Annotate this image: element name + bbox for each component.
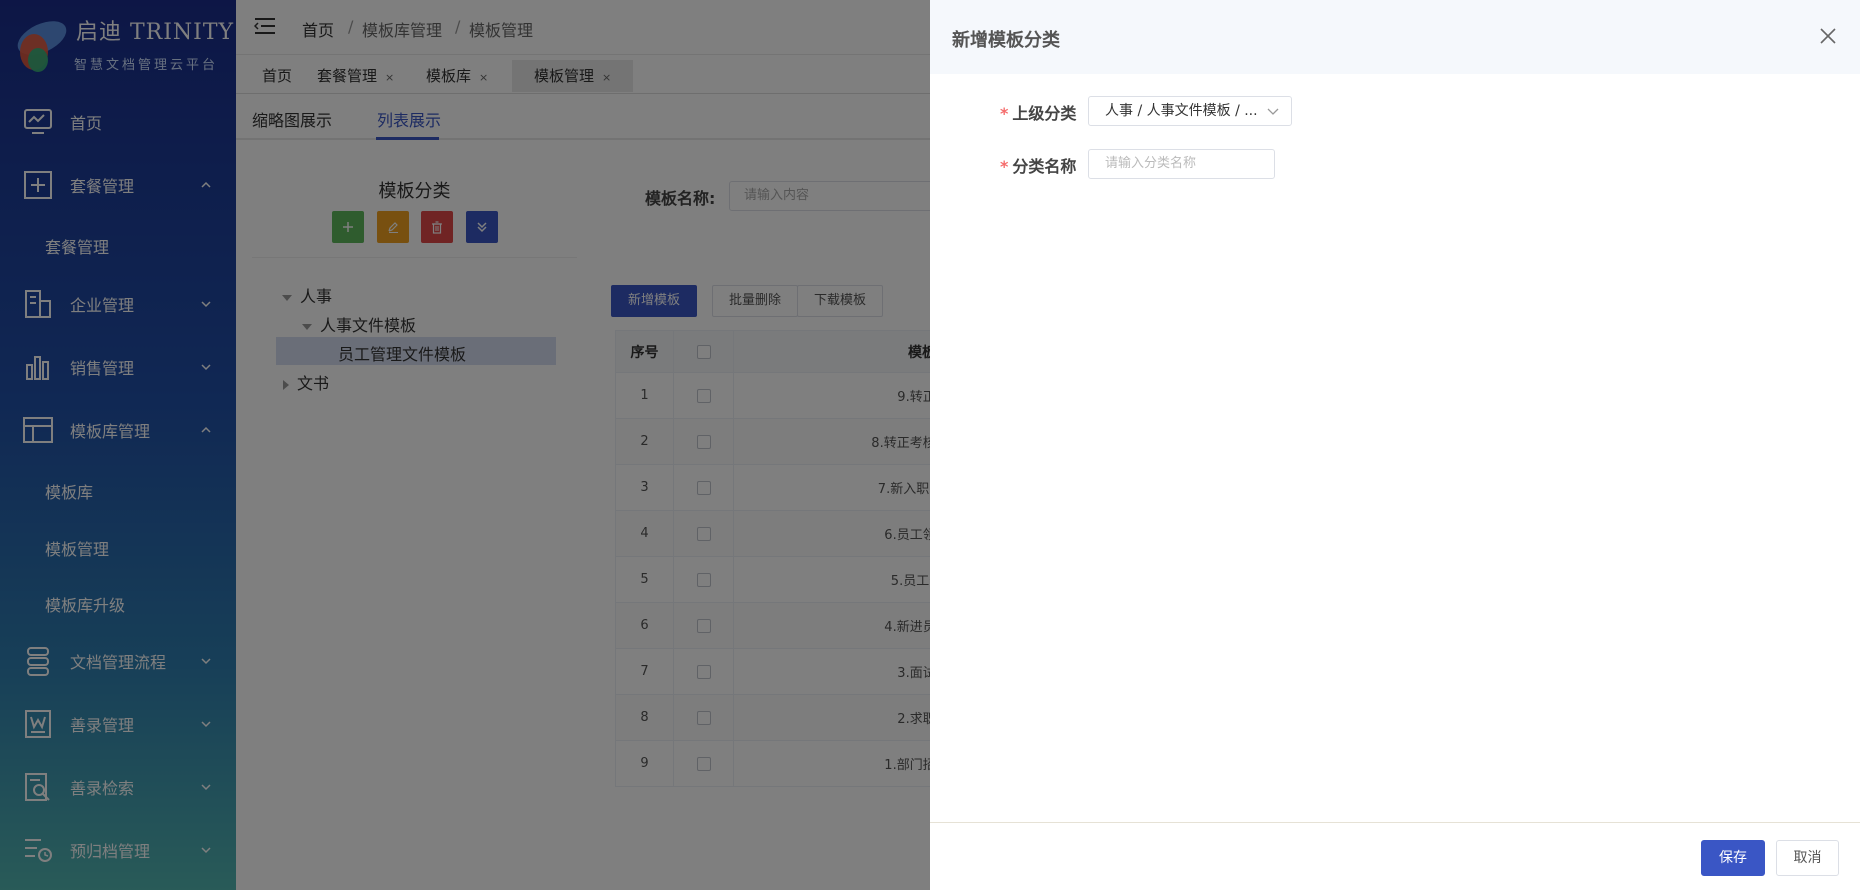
category-name-input[interactable]: 请输入分类名称 [1088, 149, 1275, 179]
cancel-button[interactable]: 取消 [1776, 840, 1839, 876]
save-button[interactable]: 保存 [1701, 840, 1765, 876]
modal-overlay[interactable] [0, 0, 930, 890]
chevron-down-icon[interactable] [1266, 104, 1280, 118]
drawer-title: 新增模板分类 [952, 30, 1060, 51]
drawer-header: 新增模板分类 [930, 0, 1860, 74]
parent-category-label: * 上级分类 [1000, 104, 1077, 123]
close-icon[interactable] [1818, 26, 1838, 46]
category-name-label: * 分类名称 [1000, 157, 1077, 176]
add-category-drawer: 新增模板分类 * 上级分类 人事 / 人事文件模板 / ... * 分类名称 请输入… [930, 0, 1860, 890]
footer-divider [930, 822, 1860, 823]
required-mark: * [1000, 157, 1009, 176]
required-mark: * [1000, 104, 1009, 123]
parent-category-select[interactable]: 人事 / 人事文件模板 / ... [1088, 96, 1292, 126]
